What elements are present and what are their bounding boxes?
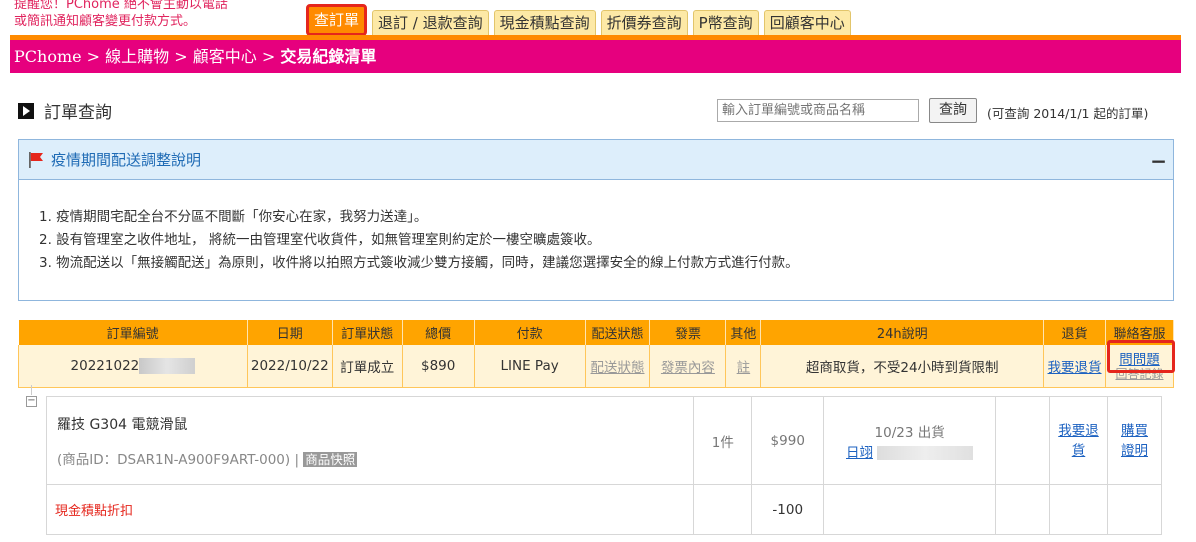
order-note: 超商取貨，不受24小時到貨限制 [760,345,1045,388]
separator: | [294,451,299,468]
header-return: 退貨 [1043,320,1106,345]
header-date: 日期 [247,320,333,345]
product-ship-cell: 10/23 出貨 日翊 [823,396,997,485]
order-no-cell: 20221022 [18,345,248,388]
order-no: 20221022 [70,357,140,374]
header-payment: 付款 [474,320,586,345]
tab-pcoin-query[interactable]: P幣查詢 [692,10,759,36]
product-return-cell: 我要退貨 [1049,396,1108,485]
product-name-cell: 羅技 G304 電競滑鼠 (商品ID：DSAR1N-A900F9ART-000)… [45,396,695,485]
order-table-header: 訂單編號 日期 訂單狀態 總價 付款 配送狀態 發票 其他 24h說明 退貨 聯… [18,320,1174,345]
arrow-right-icon [18,102,34,119]
header-ship-status: 配送狀態 [585,320,651,345]
product-name[interactable]: 羅技 G304 電競滑鼠 [57,414,693,434]
discount-label: 現金積點折扣 [45,484,695,535]
search-hint: (可查詢 2014/1/1 起的訂單) [987,106,1149,121]
tab-bar: 查訂單 退訂 / 退款查詢 現金積點查詢 折價券查詢 P幣查詢 回顧客中心 [306,4,856,36]
product-qty: 1件 [693,396,753,485]
notice-line-1: 提醒您！PChome 絕不會主動以電話 [14,0,228,12]
purchase-proof-link[interactable]: 購買證明 [1108,421,1161,461]
discount-amount: -100 [751,484,825,535]
order-query-heading: 訂單查詢 [18,98,112,123]
breadcrumb: PChome > 線上購物 > 顧客中心 > 交易紀錄清單 [10,40,1181,73]
order-table: 訂單編號 日期 訂單狀態 總價 付款 配送狀態 發票 其他 24h說明 退貨 聯… [18,320,1174,388]
order-search-input[interactable] [717,99,919,122]
other-note-link[interactable]: 註 [725,345,762,388]
search-button[interactable]: 查詢 [929,98,977,123]
header-other: 其他 [725,320,762,345]
invoice-link[interactable]: 發票內容 [649,345,727,388]
return-link[interactable]: 我要退貨 [1048,360,1102,376]
scam-notice: 提醒您！PChome 絕不會主動以電話 或簡訊通知顧客變更付款方式。 [14,0,264,30]
empty-cell [693,484,753,535]
epidemic-notice-body: 1. 疫情期間宅配全台不分區不間斷「你安心在家，我努力送達」。 2. 設有管理室… [19,180,1173,275]
header-note: 24h說明 [760,320,1045,345]
order-date: 2022/10/22 [246,345,333,388]
redacted-tracking [877,445,974,460]
product-snapshot-button[interactable]: 商品快照 [303,451,358,467]
flag-icon [29,151,43,168]
discount-row: 現金積點折扣 -100 [45,484,1163,535]
product-proof-cell: 購買證明 [1106,396,1163,485]
discount-label-text: 現金積點折扣 [55,504,134,519]
breadcrumb-current: 交易紀錄清單 [280,47,377,66]
breadcrumb-path[interactable]: PChome > 線上購物 > 顧客中心 > [14,47,280,66]
notice-line-2: 或簡訊通知顧客變更付款方式。 [14,14,197,29]
tree-line [31,385,32,395]
ask-question-highlight [1107,340,1175,373]
epidemic-notice-header[interactable]: 疫情期間配送調整說明 − [19,140,1173,180]
empty-cell [995,396,1051,485]
product-table: 羅技 G304 電競滑鼠 (商品ID：DSAR1N-A900F9ART-000)… [45,396,1163,535]
epidemic-item-2: 2. 設有管理室之收件地址， 將統一由管理室代收貨件，如無管理室則約定於一樓空曠… [39,232,601,248]
header-total: 總價 [402,320,475,345]
product-price: $990 [751,396,825,485]
epidemic-notice-box: 疫情期間配送調整說明 − 1. 疫情期間宅配全台不分區不間斷「你安心在家，我努力… [18,139,1174,301]
empty-cell [823,484,997,535]
tab-points-query[interactable]: 現金積點查詢 [493,10,596,36]
empty-cell [995,484,1051,535]
empty-cell [1106,484,1163,535]
tab-customer-center[interactable]: 回顧客中心 [763,10,851,36]
empty-cell [1049,484,1108,535]
ship-date: 10/23 出貨 [874,424,945,441]
ship-tracking-link[interactable]: 日翊 [846,445,873,461]
epidemic-item-3: 3. 物流配送以「無接觸配送」為原則，收件將以拍照方式簽收減少雙方接觸，同時，建… [39,255,799,271]
header-order-no: 訂單編號 [18,320,248,345]
table-row: 20221022 2022/10/22 訂單成立 $890 LINE Pay 配… [18,345,1174,388]
order-status: 訂單成立 [331,345,403,388]
order-total: $890 [401,345,475,388]
collapse-tree-icon[interactable]: − [26,396,37,407]
header-status: 訂單狀態 [332,320,403,345]
product-id-line: (商品ID：DSAR1N-A900F9ART-000) | 商品快照 [57,448,693,468]
tab-order-query[interactable]: 查訂單 [306,4,368,36]
epidemic-notice-title: 疫情期間配送調整說明 [51,151,202,169]
order-payment: LINE Pay [473,345,586,388]
tab-coupon-query[interactable]: 折價券查詢 [600,10,688,36]
return-cell: 我要退貨 [1043,345,1106,388]
ship-status-link[interactable]: 配送狀態 [584,345,651,388]
product-id: (商品ID：DSAR1N-A900F9ART-000) [57,451,291,468]
product-row: 羅技 G304 電競滑鼠 (商品ID：DSAR1N-A900F9ART-000)… [45,396,1163,485]
redacted-order-no [139,357,196,374]
order-query-title: 訂單查詢 [44,103,112,123]
header-invoice: 發票 [649,320,727,345]
tab-refund-query[interactable]: 退訂 / 退款查詢 [372,10,489,36]
product-return-link[interactable]: 我要退貨 [1050,421,1107,461]
epidemic-item-1: 1. 疫情期間宅配全台不分區不間斷「你安心在家，我努力送達」。 [39,209,428,225]
collapse-icon[interactable]: − [1150,149,1167,173]
